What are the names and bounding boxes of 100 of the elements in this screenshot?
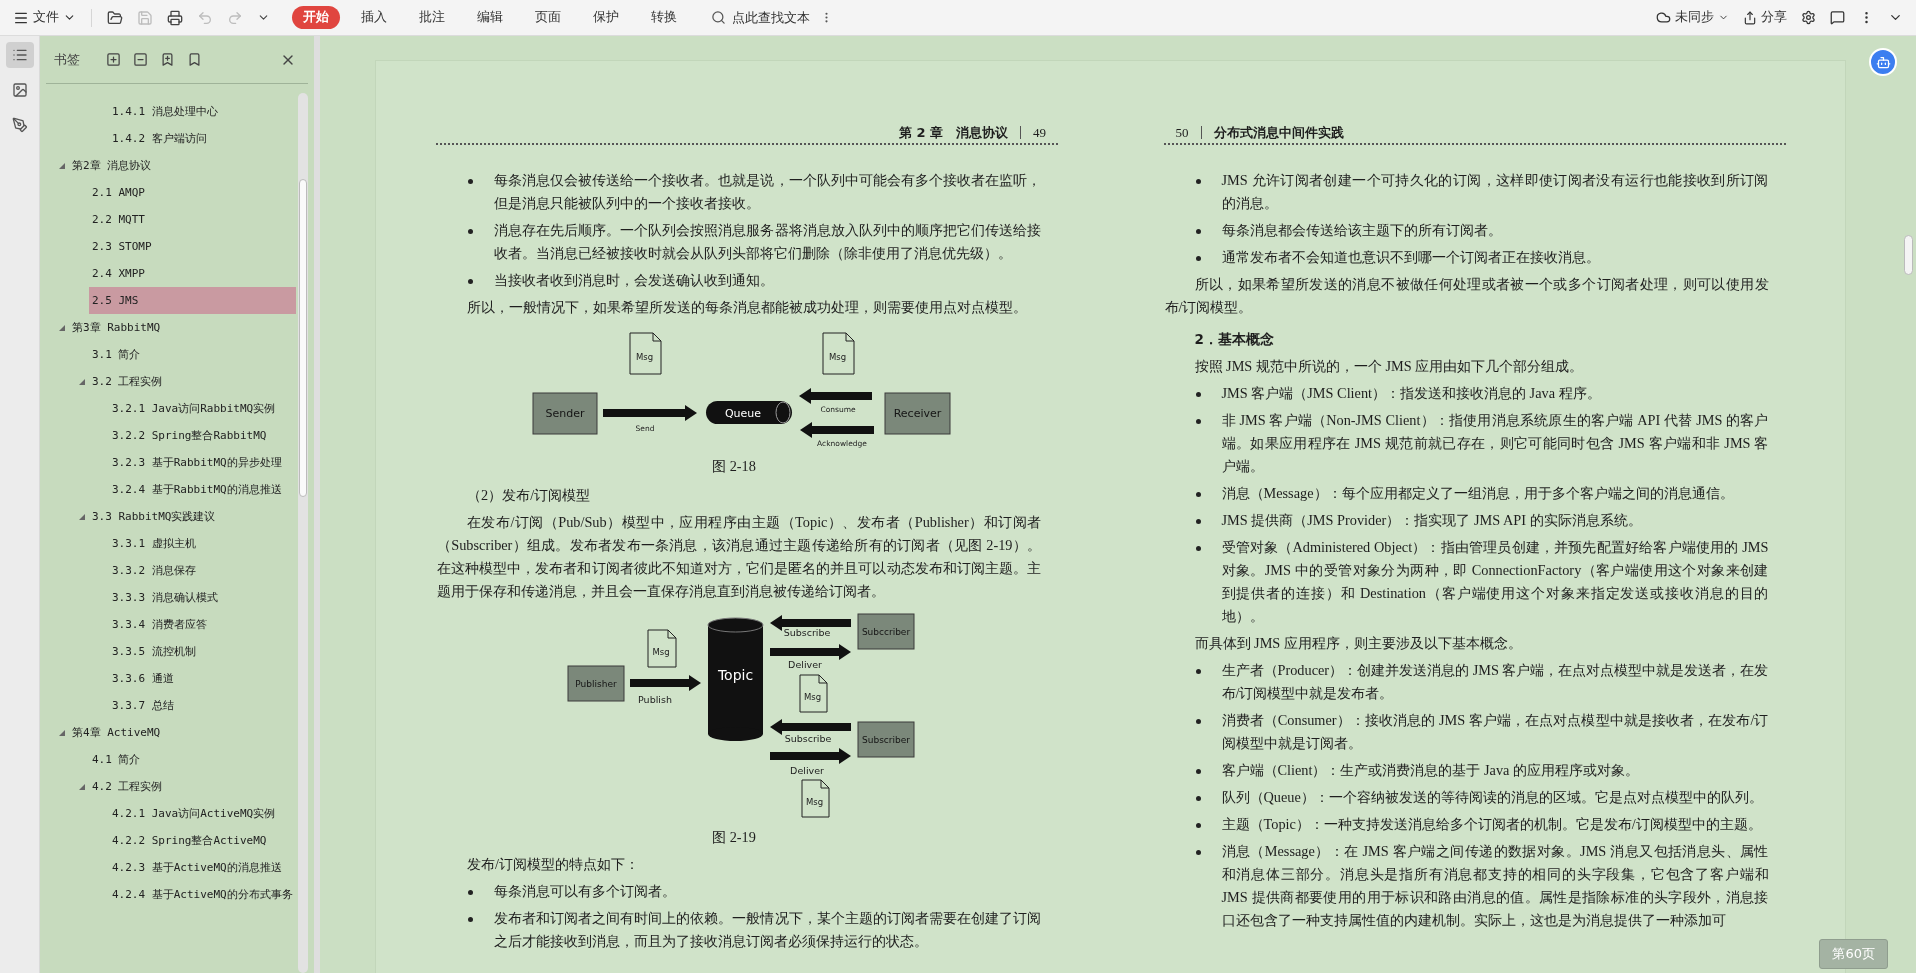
bookmark-item[interactable]: 3.3.5 流控机制	[109, 638, 296, 665]
folder-icon[interactable]	[107, 9, 123, 26]
bullet-dot	[1195, 669, 1201, 674]
bookmark-item[interactable]: 3.2.2 Spring整合RabbitMQ	[109, 422, 296, 449]
running-header-title: 第 2 章 消息协议	[898, 123, 1008, 142]
ribbon-tab[interactable]: 开始	[292, 6, 340, 29]
arrow-label: Publish	[638, 694, 672, 705]
diagram-node: Subccriber	[857, 613, 915, 650]
bookmark-icon[interactable]	[187, 52, 202, 67]
file-menu-button[interactable]: 文件	[8, 5, 81, 30]
bookmark-item[interactable]: 4.2.1 Java访问ActiveMQ实例	[109, 800, 296, 827]
bookmark-item[interactable]: 3.3.2 消息保存	[109, 557, 296, 584]
ribbon-tab[interactable]: 编辑	[466, 6, 514, 29]
bookmark-item[interactable]: 2.3 STOMP	[89, 233, 296, 260]
assistant-button[interactable]	[1869, 48, 1897, 76]
bookmark-item[interactable]: 1.4.1 消息处理中心	[109, 98, 296, 125]
bookmark-item[interactable]: 3.2.4 基于RabbitMQ的消息推送	[109, 476, 296, 503]
share-button[interactable]: 分享	[1738, 5, 1792, 30]
bullet-text: 非 JMS 客户端（Non-JMS Client）：指使用消息系统原生的客户端 API 代替 JMS 的客户端。如果应用程序在 JMS 规范前就已存在，则它可能同时包含 JMS 客户端和非 JMS 客户端。	[1221, 411, 1769, 476]
bookmark-add-icon[interactable]	[160, 52, 175, 67]
bullet-text: 每条消息可以有多个订阅者。	[494, 882, 677, 901]
ribbon-tab[interactable]: 插入	[350, 6, 398, 29]
bookmark-item[interactable]: 3.3.3 消息确认模式	[109, 584, 296, 611]
bullet-text: 队列（Queue）：一个容纳被发送的等待阅读的消息的区域。它是点对点模型中的队列。	[1221, 788, 1764, 807]
bookmark-item[interactable]: 3.2 工程实例	[89, 368, 296, 395]
bookmark-item[interactable]: 3.2.1 Java访问RabbitMQ实例	[109, 395, 296, 422]
figure-caption: 图 2-18	[712, 458, 756, 474]
queue-cylinder: Queue	[706, 401, 792, 424]
bullet-text: 主题（Topic）：一种支持发送消息给多个订阅者的机制。它是发布/订阅模型中的主题。	[1221, 815, 1763, 834]
bullet-text: 当接收者收到消息时，会发送确认收到通知。	[494, 271, 775, 290]
bullet-text: JMS 允许订阅者创建一个可持久化的订阅，这样即使订阅者没有运行也能接收到所订阅的消息。	[1221, 171, 1769, 213]
topic-cylinder: Topic	[707, 617, 764, 741]
expand-triangle-icon[interactable]	[58, 728, 66, 737]
bookmark-item[interactable]: 第2章 消息协议	[69, 152, 296, 179]
bullet-dot	[468, 229, 473, 234]
ribbon-tab[interactable]: 保护	[582, 6, 630, 29]
bullet-dot	[468, 917, 473, 922]
panel-title: 书签	[54, 50, 80, 69]
expand-triangle-icon[interactable]	[58, 323, 66, 332]
bookmark-item[interactable]: 4.2 工程实例	[89, 773, 296, 800]
bookmark-item[interactable]: 2.1 AMQP	[89, 179, 296, 206]
ribbon-tab[interactable]: 批注	[408, 6, 456, 29]
bullet-dot	[1195, 519, 1201, 524]
image-icon	[11, 82, 28, 98]
bookmark-item[interactable]: 4.2.4 基于ActiveMQ的分布式事务	[109, 881, 296, 908]
bookmark-item[interactable]: 4.2.3 基于ActiveMQ的消息推送	[109, 854, 296, 881]
arrow-label: Deliver	[790, 765, 824, 776]
sidebar-tab[interactable]	[5, 42, 34, 68]
comment-icon[interactable]	[1830, 10, 1845, 25]
page-number-badge: 第60页	[1819, 939, 1888, 969]
bookmark-item[interactable]: 4.1 简介	[89, 746, 296, 773]
bullet-text: 消息（Message）：每个应用都定义了一组消息，用于多个客户端之间的消息通信。	[1221, 484, 1735, 503]
message-document: Msg	[647, 629, 677, 668]
scrollbar-thumb[interactable]	[1904, 235, 1913, 275]
expand-triangle-icon[interactable]	[58, 161, 66, 170]
bookmark-item[interactable]: 2.2 MQTT	[89, 206, 296, 233]
bookmark-item[interactable]: 3.3.1 虚拟主机	[109, 530, 296, 557]
bullet-dot	[1195, 823, 1201, 828]
scrollbar[interactable]	[298, 93, 308, 973]
bookmark-item[interactable]: 第3章 RabbitMQ	[69, 314, 296, 341]
add-square-icon[interactable]	[106, 52, 121, 67]
message-document: Msg	[629, 332, 662, 375]
arrow-label: Subscribe	[784, 733, 832, 744]
bookmark-item[interactable]: 2.5 JMS	[89, 287, 296, 314]
bullet-dot	[1195, 796, 1201, 801]
diagram-node: Publisher	[567, 665, 625, 702]
ribbon-tab[interactable]: 转换	[640, 6, 688, 29]
bullet-text: 消费者（Consumer）：接收消息的 JMS 客户端，在点对点模型中就是接收者，在发布/订阅模型中就是订阅者。	[1221, 711, 1769, 753]
expand-triangle-icon[interactable]	[78, 782, 86, 791]
bookmark-item[interactable]: 3.3.7 总结	[109, 692, 296, 719]
bookmark-item[interactable]: 1.4.2 客户端访问	[109, 125, 296, 152]
paragraph: 所以，如果希望所发送的消息不被做任何处理或者被一个或多个订阅者处理，则可以使用发布/订阅模型。	[1164, 275, 1769, 317]
bullet-text: JMS 客户端（JMS Client）：指发送和接收消息的 Java 程序。	[1221, 384, 1602, 403]
bookmark-item[interactable]: 3.1 简介	[89, 341, 296, 368]
bullet-dot	[1195, 546, 1201, 551]
sync-button[interactable]: 未同步	[1651, 5, 1734, 30]
bookmark-item[interactable]: 第4章 ActiveMQ	[69, 719, 296, 746]
pen-icon	[11, 117, 28, 133]
ribbon-tab[interactable]: 页面	[524, 6, 572, 29]
bookmark-item[interactable]: 3.3.6 通道	[109, 665, 296, 692]
bookmark-item[interactable]: 4.2.2 Spring整合ActiveMQ	[109, 827, 296, 854]
arrow-label: Subscribe	[783, 627, 831, 638]
section-subheading: （2）发布/订阅模型	[467, 487, 591, 503]
message-document: Msg	[799, 674, 828, 713]
expand-triangle-icon[interactable]	[78, 512, 86, 521]
expand-triangle-icon[interactable]	[78, 377, 86, 386]
bookmark-item[interactable]: 3.2.3 基于RabbitMQ的异步处理	[109, 449, 296, 476]
minus-square-icon[interactable]	[133, 52, 148, 67]
bookmark-item[interactable]: 3.3.4 消费者应答	[109, 611, 296, 638]
bullet-dot	[468, 179, 473, 184]
bookmark-item[interactable]: 3.3 RabbitMQ实践建议	[89, 503, 296, 530]
bullet-text: 发布者和订阅者之间有时间上的依赖。一般情况下，某个主题的订阅者需要在创建了订阅之后才能接收到消息，而且为了接收消息订阅者必须保持运行的状态。	[494, 909, 1041, 951]
bullet-dot	[1195, 179, 1201, 184]
settings-icon[interactable]	[1801, 10, 1816, 25]
bookmark-item[interactable]: 2.4 XMPP	[89, 260, 296, 287]
search-field[interactable]: 点此查找文本	[730, 9, 816, 26]
message-document: Msg	[801, 779, 830, 818]
printer-icon[interactable]	[167, 9, 183, 26]
bullet-dot	[1195, 229, 1201, 234]
search-icon[interactable]	[711, 10, 726, 25]
